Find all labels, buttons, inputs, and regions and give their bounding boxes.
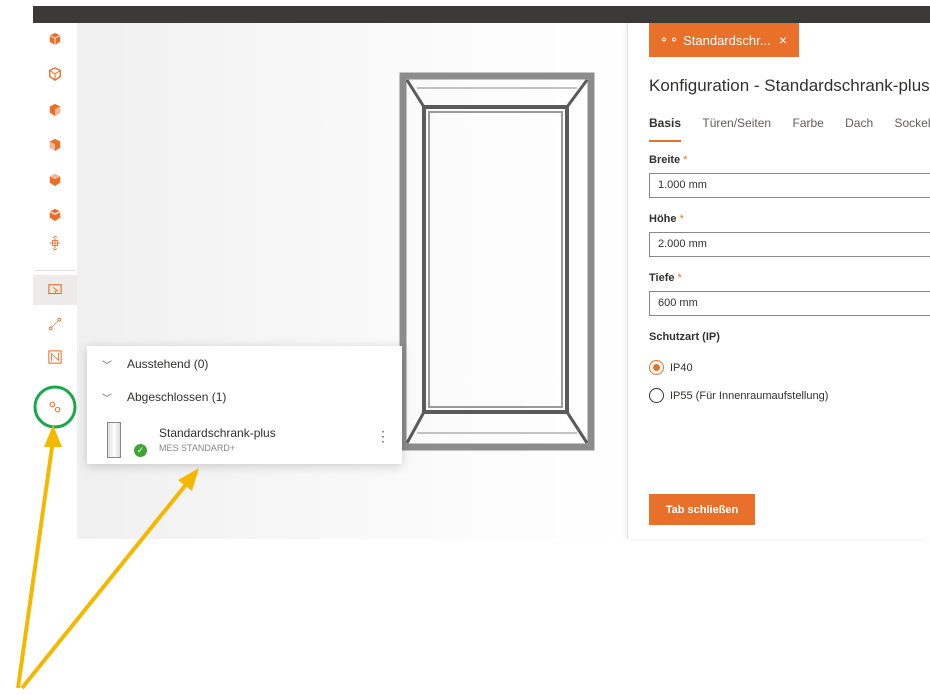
tab-label: Standardschr... — [683, 32, 771, 48]
required-marker: * — [677, 272, 682, 284]
chevron-down-icon[interactable]: ﹀ — [87, 357, 127, 372]
app-root: ⚬⚬ Standardschr... × Konfiguration - Sta… — [0, 0, 930, 695]
sidebar-divider — [35, 270, 75, 271]
radio-ip55[interactable]: IP55 (Für Innenraumaufstellung) — [649, 388, 828, 403]
depth-label-text: Tiefe — [649, 272, 675, 284]
screen-select-icon[interactable] — [47, 282, 63, 298]
radio-button-checked[interactable] — [649, 360, 664, 375]
protection-label: Schutzart (IP) — [649, 331, 720, 343]
top-bar — [33, 6, 930, 23]
configuration-popover: ﹀ Ausstehend (0) ﹀ Abgeschlossen (1) ✓ S… — [87, 346, 402, 464]
radio-button[interactable] — [649, 388, 664, 403]
cube-right-icon[interactable] — [47, 137, 63, 153]
configurator-tab-icon: ⚬⚬ — [659, 33, 680, 47]
measure-icon[interactable] — [47, 316, 63, 332]
subtab-bar: Basis Türen/Seiten Farbe Dach Sockel — [649, 116, 930, 146]
tab-roof[interactable]: Dach — [845, 116, 873, 130]
cube-icon[interactable] — [47, 31, 63, 47]
height-label: Höhe * — [649, 213, 684, 225]
width-field[interactable]: 1.000 mm — [649, 173, 930, 198]
blueprint-icon[interactable] — [47, 349, 63, 365]
rotate-icon[interactable] — [47, 235, 63, 251]
cube-open-icon[interactable] — [47, 66, 63, 82]
tab-basis[interactable]: Basis — [649, 116, 682, 142]
sidebar — [33, 23, 77, 543]
close-tab-button[interactable]: Tab schließen — [649, 494, 755, 525]
configurator-icon[interactable] — [47, 399, 63, 415]
height-label-text: Höhe — [649, 213, 677, 225]
completed-label: Abgeschlossen (1) — [127, 390, 227, 404]
completed-group[interactable]: ﹀ Abgeschlossen (1) — [87, 383, 402, 411]
cabinet-thumbnail — [107, 422, 121, 458]
radio-ip55-label: IP55 (Für Innenraumaufstellung) — [670, 389, 829, 402]
close-icon[interactable]: × — [779, 32, 787, 48]
height-field[interactable]: 2.000 mm — [649, 232, 930, 257]
tab-doors-sides[interactable]: Türen/Seiten — [702, 116, 771, 130]
cube-left-icon[interactable] — [47, 102, 63, 118]
tab-standardschrank[interactable]: ⚬⚬ Standardschr... × — [649, 23, 799, 57]
cube-top-icon[interactable] — [47, 172, 63, 188]
pending-group[interactable]: ﹀ Ausstehend (0) — [87, 350, 402, 378]
list-item[interactable]: ✓ Standardschrank-plus MES STANDARD+ ⋮ — [87, 418, 402, 464]
panel-title: Konfiguration - Standardschrank-plus — [649, 76, 930, 95]
required-marker: * — [679, 213, 684, 225]
item-subtitle: MES STANDARD+ — [159, 443, 236, 453]
width-label: Breite * — [649, 154, 688, 166]
more-icon[interactable]: ⋮ — [376, 428, 390, 445]
radio-ip40-label: IP40 — [670, 361, 693, 374]
width-label-text: Breite — [649, 154, 681, 166]
pending-label: Ausstehend (0) — [127, 357, 209, 371]
tab-base[interactable]: Sockel — [895, 116, 930, 130]
tab-color[interactable]: Farbe — [792, 116, 823, 130]
radio-ip40[interactable]: IP40 — [649, 360, 693, 375]
chevron-down-icon[interactable]: ﹀ — [87, 390, 127, 405]
depth-field[interactable]: 600 mm — [649, 291, 930, 316]
cube-front-icon[interactable] — [47, 207, 63, 223]
item-name: Standardschrank-plus — [159, 426, 276, 440]
required-marker: * — [683, 154, 688, 166]
depth-label: Tiefe * — [649, 272, 682, 284]
check-icon: ✓ — [134, 444, 147, 457]
